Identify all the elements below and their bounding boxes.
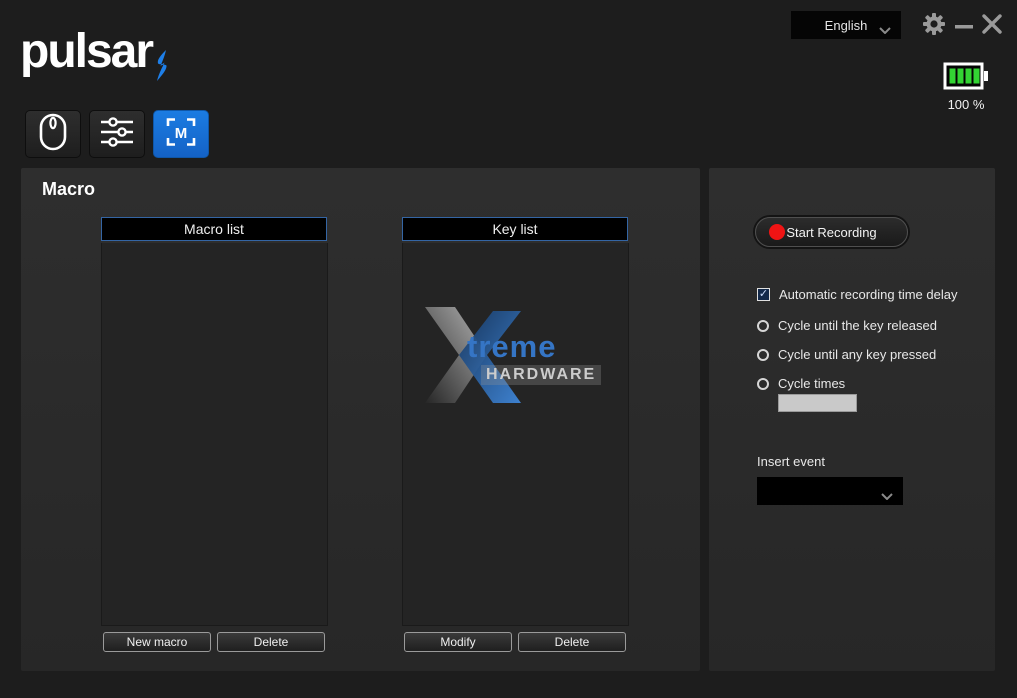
- app-window: English: [0, 0, 1017, 698]
- macro-list-header: Macro list: [101, 217, 327, 241]
- xtreme-hardware-watermark: treme HARDWARE: [423, 305, 608, 405]
- cycle-released-radio[interactable]: [757, 320, 769, 332]
- tab-settings[interactable]: [89, 110, 145, 158]
- cycle-released-option: Cycle until the key released: [757, 318, 937, 333]
- pulsar-logo: pulsar: [20, 22, 168, 86]
- cycle-pressed-label: Cycle until any key pressed: [778, 347, 936, 362]
- mouse-icon: [39, 113, 67, 156]
- macro-m-icon: M: [164, 115, 198, 154]
- cycle-times-label: Cycle times: [778, 376, 845, 391]
- cycle-pressed-option: Cycle until any key pressed: [757, 347, 936, 362]
- record-dot-icon: [769, 224, 785, 240]
- recording-panel: Start Recording ✓ Automatic recording ti…: [709, 168, 995, 671]
- auto-delay-option: ✓ Automatic recording time delay: [757, 287, 957, 302]
- gear-icon: [922, 12, 946, 41]
- new-macro-button[interactable]: New macro: [103, 632, 211, 652]
- sliders-icon: [100, 117, 134, 152]
- close-button[interactable]: [980, 13, 1004, 39]
- minimize-icon: [955, 17, 973, 35]
- lightning-bolt-icon: [154, 50, 170, 87]
- insert-event-label: Insert event: [757, 454, 825, 469]
- cycle-times-option: Cycle times: [757, 376, 845, 391]
- start-recording-button[interactable]: Start Recording: [755, 217, 908, 247]
- svg-text:M: M: [175, 125, 188, 142]
- tab-mouse[interactable]: [25, 110, 81, 158]
- delete-macro-button[interactable]: Delete: [217, 632, 325, 652]
- watermark-hardware-text: HARDWARE: [481, 365, 601, 385]
- cycle-times-radio[interactable]: [757, 378, 769, 390]
- battery-icon: [943, 77, 989, 94]
- cycle-pressed-radio[interactable]: [757, 349, 769, 361]
- minimize-button[interactable]: [952, 13, 976, 39]
- cycle-times-input[interactable]: [778, 394, 857, 412]
- settings-gear-button[interactable]: [922, 13, 946, 39]
- language-select-value: English: [825, 18, 868, 33]
- pulsar-logo-text: pulsar: [20, 22, 152, 82]
- chevron-down-icon: [881, 488, 893, 503]
- start-recording-label: Start Recording: [786, 225, 876, 240]
- key-list-header: Key list: [402, 217, 628, 241]
- tab-macro[interactable]: M: [153, 110, 209, 158]
- auto-delay-label: Automatic recording time delay: [779, 287, 957, 302]
- page-title: Macro: [42, 179, 95, 200]
- auto-delay-checkbox[interactable]: ✓: [757, 288, 770, 301]
- key-list[interactable]: treme HARDWARE: [402, 243, 629, 626]
- macro-panel: Macro Macro list Key list: [21, 168, 700, 671]
- chevron-down-icon: [879, 22, 891, 37]
- language-select[interactable]: English: [791, 11, 901, 39]
- watermark-treme-text: treme: [467, 329, 556, 365]
- insert-event-select[interactable]: [757, 477, 903, 505]
- close-icon: [982, 14, 1002, 39]
- modify-key-button[interactable]: Modify: [404, 632, 512, 652]
- battery-percent-label: 100 %: [938, 97, 994, 112]
- battery-status: 100 %: [938, 62, 994, 112]
- macro-list[interactable]: [101, 243, 328, 626]
- delete-key-button[interactable]: Delete: [518, 632, 626, 652]
- cycle-released-label: Cycle until the key released: [778, 318, 937, 333]
